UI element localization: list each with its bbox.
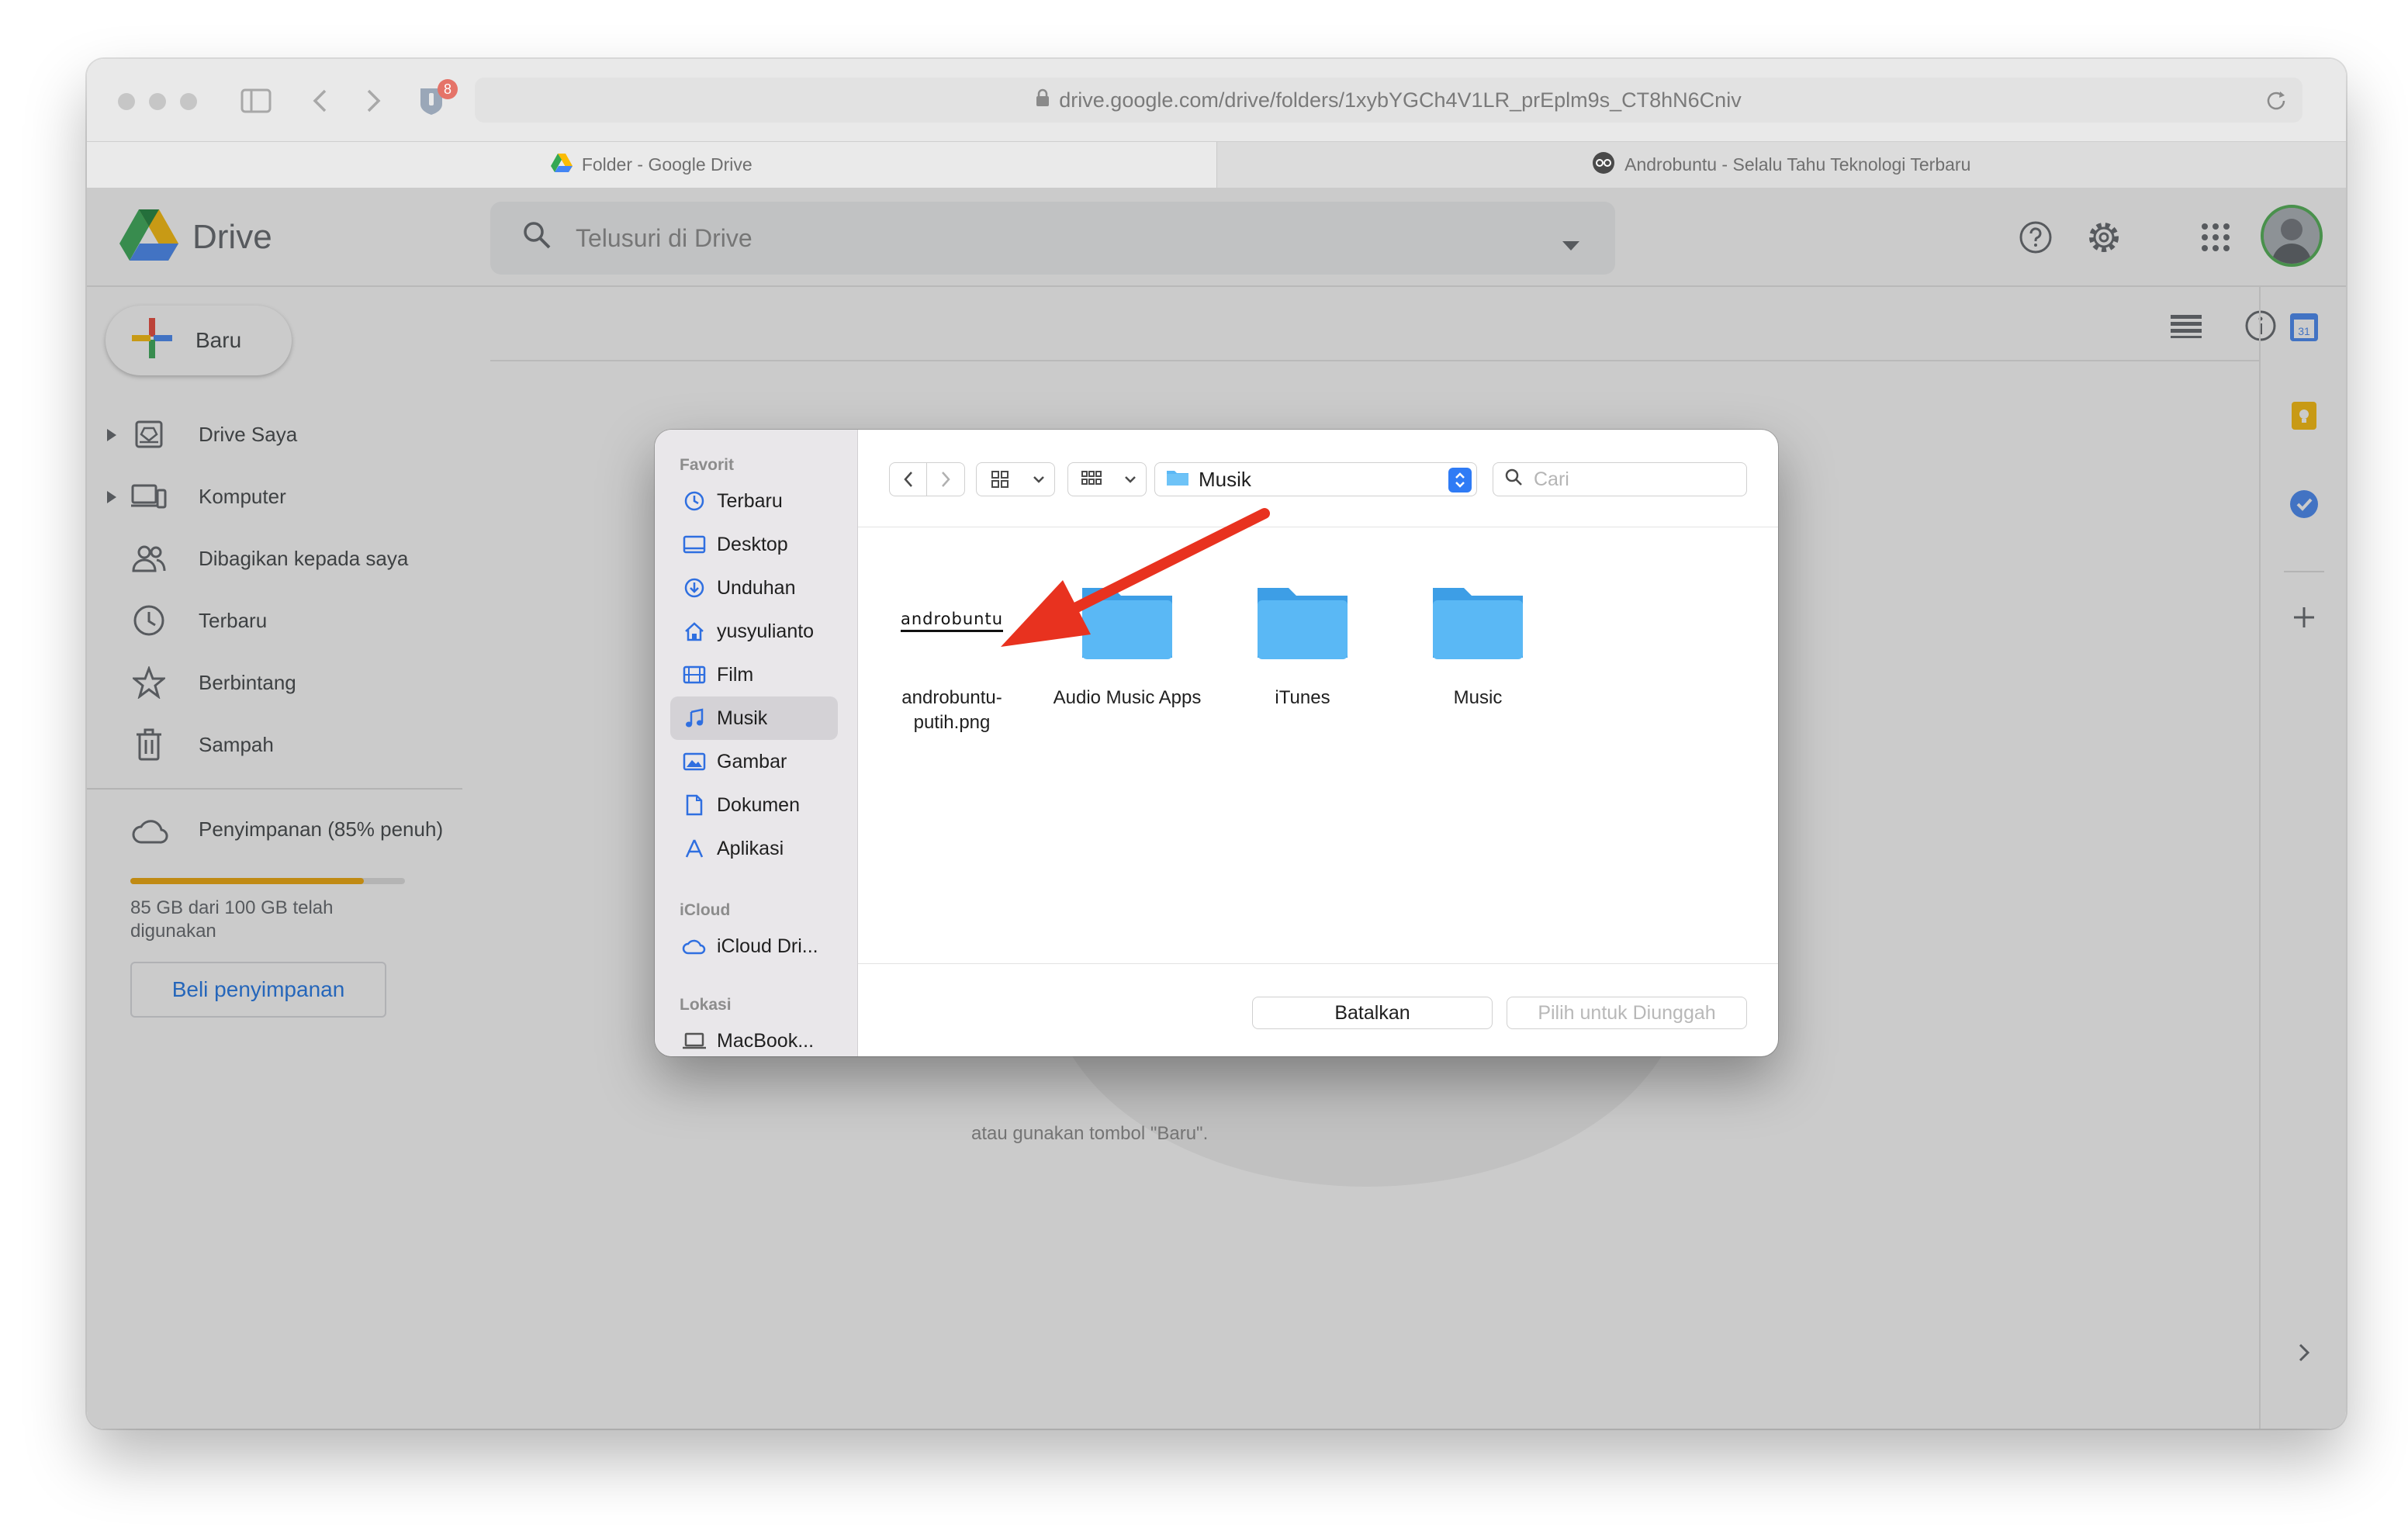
film-icon: [681, 665, 708, 685]
sidebar-item-label: MacBook...: [717, 1029, 815, 1052]
close-window-button[interactable]: [118, 93, 135, 110]
chevron-down-icon: [1115, 463, 1146, 496]
sidebar-item-icloud-drive[interactable]: iCloud Dri...: [670, 924, 838, 968]
extension-badge: 8: [438, 79, 458, 99]
download-icon: [681, 577, 708, 599]
sidebar-item-aplikasi[interactable]: Aplikasi: [670, 827, 838, 870]
google-drive-favicon-icon: [550, 153, 573, 177]
favorites-section-title: Favorit: [680, 456, 735, 474]
tab-label: Androbuntu - Selalu Tahu Teknologi Terba…: [1624, 154, 1971, 175]
sidebar-toggle-icon[interactable]: [239, 84, 273, 118]
tab-bar: Folder - Google Drive Androbuntu - Selal…: [87, 141, 2346, 188]
sidebar-item-label: iCloud Dri...: [717, 935, 818, 957]
sidebar-item-musik[interactable]: Musik: [670, 696, 838, 740]
sidebar-item-label: Aplikasi: [717, 837, 784, 859]
group-by-dropdown[interactable]: [1067, 462, 1147, 496]
sidebar-item-macbook[interactable]: MacBook...: [670, 1019, 838, 1056]
thumbnail-logo-text: androbuntu: [900, 610, 1004, 632]
folder-icon: [1396, 566, 1559, 675]
sidebar-item-dokumen[interactable]: Dokumen: [670, 783, 838, 827]
home-icon: [681, 620, 708, 642]
back-icon[interactable]: [303, 84, 337, 118]
icloud-icon: [681, 938, 708, 955]
file-picker-footer: Batalkan Pilih untuk Diunggah: [858, 963, 1778, 1056]
music-icon: [681, 707, 708, 729]
file-name: iTunes: [1275, 687, 1330, 708]
tab-google-drive[interactable]: Folder - Google Drive: [87, 142, 1216, 188]
sidebar-item-label: Gambar: [717, 750, 787, 772]
icon-view-icon: [977, 463, 1023, 496]
locations-section-title: Lokasi: [680, 996, 732, 1014]
minimize-window-button[interactable]: [149, 93, 166, 110]
desktop-icon: [681, 534, 708, 555]
chevron-down-icon: [1023, 463, 1054, 496]
sidebar-item-terbaru[interactable]: Terbaru: [670, 479, 838, 523]
sidebar-item-label: Desktop: [717, 533, 788, 555]
laptop-icon: [681, 1032, 708, 1049]
annotation-arrow: [1001, 508, 1270, 647]
sidebar-item-gambar[interactable]: Gambar: [670, 740, 838, 783]
sidebar-item-label: Terbaru: [717, 489, 783, 512]
back-icon[interactable]: [890, 463, 927, 496]
browser-toolbar: 8 drive.google.com/drive/folders/1xybYGC…: [87, 59, 2346, 141]
lock-icon: [1036, 88, 1050, 112]
clock-icon: [681, 490, 708, 512]
zoom-window-button[interactable]: [180, 93, 197, 110]
sidebar-item-label: Dokumen: [717, 793, 800, 816]
folder-icon: [1166, 468, 1189, 492]
browser-window: 8 drive.google.com/drive/folders/1xybYGC…: [87, 59, 2346, 1429]
sidebar-item-desktop[interactable]: Desktop: [670, 523, 838, 566]
file-picker-sidebar: Favorit Terbaru Desktop Unduhan yusyulia…: [655, 430, 858, 1056]
file-name: Audio Music Apps: [1053, 687, 1202, 708]
forward-icon[interactable]: [927, 463, 964, 496]
folder-item-music[interactable]: Music: [1396, 566, 1559, 710]
sidebar-item-label: Unduhan: [717, 576, 796, 599]
apps-icon: [681, 838, 708, 859]
photo-icon: [681, 752, 708, 772]
location-popup[interactable]: Musik: [1154, 462, 1477, 496]
sidebar-item-label: yusyulianto: [717, 620, 815, 642]
group-grid-icon: [1068, 463, 1115, 496]
file-name-line: androbuntu-: [901, 687, 1002, 708]
file-search-input[interactable]: Cari: [1493, 462, 1747, 496]
file-search-placeholder: Cari: [1534, 468, 1569, 490]
cancel-button[interactable]: Batalkan: [1252, 997, 1493, 1029]
url-text: drive.google.com/drive/folders/1xybYGCh4…: [1059, 88, 1742, 112]
location-folder-name: Musik: [1199, 467, 1251, 491]
forward-icon[interactable]: [357, 84, 391, 118]
androbuntu-favicon-icon: [1592, 151, 1615, 179]
choose-upload-button[interactable]: Pilih untuk Diunggah: [1507, 997, 1747, 1029]
tab-label: Folder - Google Drive: [581, 154, 752, 175]
file-name-line: putih.png: [913, 712, 991, 733]
icloud-section-title: iCloud: [680, 901, 731, 919]
view-mode-dropdown[interactable]: [976, 462, 1055, 496]
file-name: Music: [1453, 687, 1503, 708]
stepper-icon: [1448, 468, 1472, 492]
sidebar-item-label: Musik: [717, 707, 768, 729]
sidebar-item-home[interactable]: yusyulianto: [670, 610, 838, 653]
document-icon: [681, 794, 708, 816]
sidebar-item-unduhan[interactable]: Unduhan: [670, 566, 838, 610]
password-extension-icon[interactable]: 8: [416, 79, 458, 118]
window-controls: [118, 93, 197, 110]
sidebar-item-label: Film: [717, 663, 754, 686]
tab-androbuntu[interactable]: Androbuntu - Selalu Tahu Teknologi Terba…: [1216, 142, 2347, 188]
sidebar-item-film[interactable]: Film: [670, 653, 838, 696]
search-icon: [1504, 468, 1523, 492]
file-name: androbuntu- putih.png: [870, 686, 1033, 735]
history-nav-buttons: [889, 462, 965, 496]
reload-icon[interactable]: [2265, 88, 2287, 116]
address-bar[interactable]: drive.google.com/drive/folders/1xybYGCh4…: [475, 78, 2302, 123]
